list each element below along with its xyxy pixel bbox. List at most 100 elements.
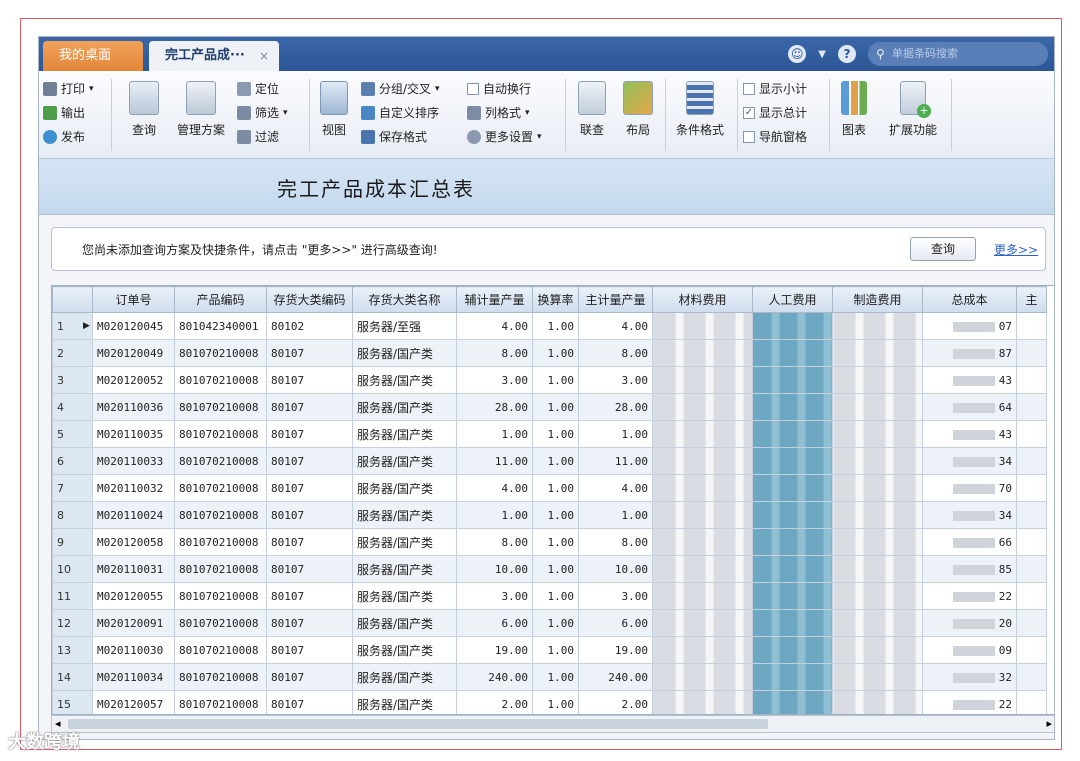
layout-button[interactable]: 布局 (615, 77, 661, 155)
column-header[interactable]: 主 (1016, 286, 1047, 313)
masked-cell (752, 636, 833, 664)
locate-button[interactable]: 定位 (237, 79, 279, 99)
table-row[interactable]: 2 M020120049 801070210008 80107 服务器/国产类 8.00 1… (52, 339, 1047, 367)
filter2-button[interactable]: 过滤 (237, 127, 279, 147)
column-header[interactable]: 换算率 (532, 286, 579, 313)
column-header[interactable]: 材料费用 (652, 286, 753, 313)
total-cost-tail: 20 (998, 616, 1012, 630)
column-header[interactable]: 主计量产量 (578, 286, 653, 313)
table-row[interactable]: 14 M020110034 801070210008 80107 服务器/国产类 240.… (52, 663, 1047, 691)
table-cell (1016, 501, 1047, 529)
total-cost-tail: 43 (998, 373, 1012, 387)
table-cell: 1.00 (456, 420, 533, 448)
query-button[interactable]: 查询 (910, 237, 976, 261)
nav-pane-checkbox[interactable]: 导航窗格 (743, 127, 807, 147)
masked-cell (752, 663, 833, 691)
chart-button[interactable]: 图表 (833, 77, 875, 155)
filter-button[interactable]: 筛选 ▾ (237, 103, 288, 123)
table-cell: 1.00 (532, 393, 579, 421)
column-header[interactable]: 辅计量产量 (456, 286, 533, 313)
column-header[interactable]: 人工费用 (752, 286, 833, 313)
table-cell: 4.00 (456, 312, 533, 340)
table-row[interactable]: 10 M020110031 801070210008 80107 服务器/国产类 10.0… (52, 555, 1047, 583)
table-row[interactable]: 8 M020110024 801070210008 80107 服务器/国产类 1.00 1… (52, 501, 1047, 529)
column-format-button[interactable]: 列格式 ▾ (467, 103, 530, 123)
layout-icon (623, 81, 653, 115)
search-input[interactable]: ⚲ 单据条码搜索 (868, 42, 1048, 66)
publish-button[interactable]: 发布 (43, 127, 85, 147)
table-cell: M020110024 (92, 501, 175, 529)
table-row[interactable]: 9 M020120058 801070210008 80107 服务器/国产类 8.00 1… (52, 528, 1047, 556)
view-button[interactable]: 视图 (313, 77, 355, 155)
row-number-label: 14 (57, 670, 71, 684)
group-cross-button[interactable]: 分组/交叉 ▾ (361, 79, 440, 99)
custom-sort-button[interactable]: 自定义排序 (361, 103, 439, 123)
table-row[interactable]: 11 M020120055 801070210008 80107 服务器/国产类 3.00… (52, 582, 1047, 610)
help-icon[interactable]: ? (838, 45, 856, 63)
arrow-right-icon[interactable]: ▸ (1046, 717, 1052, 730)
table-cell: 10.00 (456, 555, 533, 583)
table-cell: M020110031 (92, 555, 175, 583)
chevron-down-icon[interactable]: ▼ (818, 49, 826, 60)
table-cell: 801070210008 (174, 474, 267, 502)
masked-cell (652, 420, 753, 448)
table-cell: 1.00 (456, 501, 533, 529)
more-link[interactable]: 更多>> (994, 241, 1038, 258)
tab-home[interactable]: 我的桌面 (43, 41, 143, 71)
row-number: 2 (52, 339, 93, 367)
column-header[interactable]: 产品编码 (174, 286, 267, 313)
column-header[interactable]: 存货大类编码 (266, 286, 353, 313)
total-cost-cell: 22 (922, 690, 1017, 714)
horizontal-scrollbar[interactable]: ◂ ▸ (51, 715, 1054, 733)
table-cell: 80107 (266, 501, 353, 529)
table-cell: 服务器/国产类 (352, 366, 457, 394)
row-number: 3 (52, 366, 93, 394)
table-cell: M020120052 (92, 366, 175, 394)
linked-query-button[interactable]: 联查 (569, 77, 615, 155)
close-icon[interactable]: × (259, 41, 269, 71)
row-number-label: 5 (57, 427, 64, 441)
more-settings-button[interactable]: 更多设置 ▾ (467, 127, 542, 147)
masked-cell (652, 663, 753, 691)
export-button[interactable]: 输出 (43, 103, 85, 123)
print-button[interactable]: 打印 ▾ (43, 79, 94, 99)
extend-button[interactable]: + 扩展功能 (881, 77, 945, 155)
row-number: 10 (52, 555, 93, 583)
table-row[interactable]: 4 M020110036 801070210008 80107 服务器/国产类 28.00… (52, 393, 1047, 421)
scrollbar-thumb[interactable] (68, 719, 768, 729)
auto-wrap-checkbox[interactable]: 自动换行 (467, 79, 531, 99)
table-cell: M020120055 (92, 582, 175, 610)
masked-cell (832, 528, 923, 556)
manage-plan-button[interactable]: 管理方案 (171, 77, 231, 155)
show-subtotal-checkbox[interactable]: 显示小计 (743, 79, 807, 99)
funnel-icon (237, 130, 251, 144)
query-toolbar-button[interactable]: 查询 (117, 77, 171, 155)
user-icon[interactable]: ☺ (788, 45, 807, 63)
table-row[interactable]: 1 ▶ M020120045 801042340001 80102 服务器/至强 4.00 1… (52, 312, 1047, 340)
total-cost-cell: 43 (922, 420, 1017, 448)
table-cell: 4.00 (578, 312, 653, 340)
show-total-checkbox[interactable]: ✓ 显示总计 (743, 103, 807, 123)
column-header[interactable]: 制造费用 (832, 286, 923, 313)
tab-cost-summary[interactable]: 完工产品成··· × (149, 41, 279, 71)
table-row[interactable]: 15 M020120057 801070210008 80107 服务器/国产类 2.00… (52, 690, 1047, 714)
table-cell: 服务器/国产类 (352, 555, 457, 583)
save-format-button[interactable]: 保存格式 (361, 127, 427, 147)
divider (309, 79, 310, 151)
table-row[interactable]: 12 M020120091 801070210008 80107 服务器/国产类 6.00… (52, 609, 1047, 637)
table-row[interactable]: 6 M020110033 801070210008 80107 服务器/国产类 11.00… (52, 447, 1047, 475)
masked-cell (652, 474, 753, 502)
chevron-down-icon: ▾ (283, 108, 288, 118)
masked-cell (652, 582, 753, 610)
row-number-label: 4 (57, 400, 64, 414)
table-row[interactable]: 7 M020110032 801070210008 80107 服务器/国产类 4.00 1… (52, 474, 1047, 502)
column-header[interactable]: 总成本 (922, 286, 1017, 313)
table-row[interactable]: 13 M020110030 801070210008 80107 服务器/国产类 19.0… (52, 636, 1047, 664)
table-row[interactable]: 3 M020120052 801070210008 80107 服务器/国产类 3.00 1… (52, 366, 1047, 394)
masked-value (952, 375, 995, 386)
column-header[interactable]: 存货大类名称 (352, 286, 457, 313)
column-header[interactable]: 订单号 (92, 286, 175, 313)
masked-cell (832, 366, 923, 394)
table-row[interactable]: 5 M020110035 801070210008 80107 服务器/国产类 1.00 1… (52, 420, 1047, 448)
conditional-format-button[interactable]: 条件格式 (667, 77, 733, 155)
